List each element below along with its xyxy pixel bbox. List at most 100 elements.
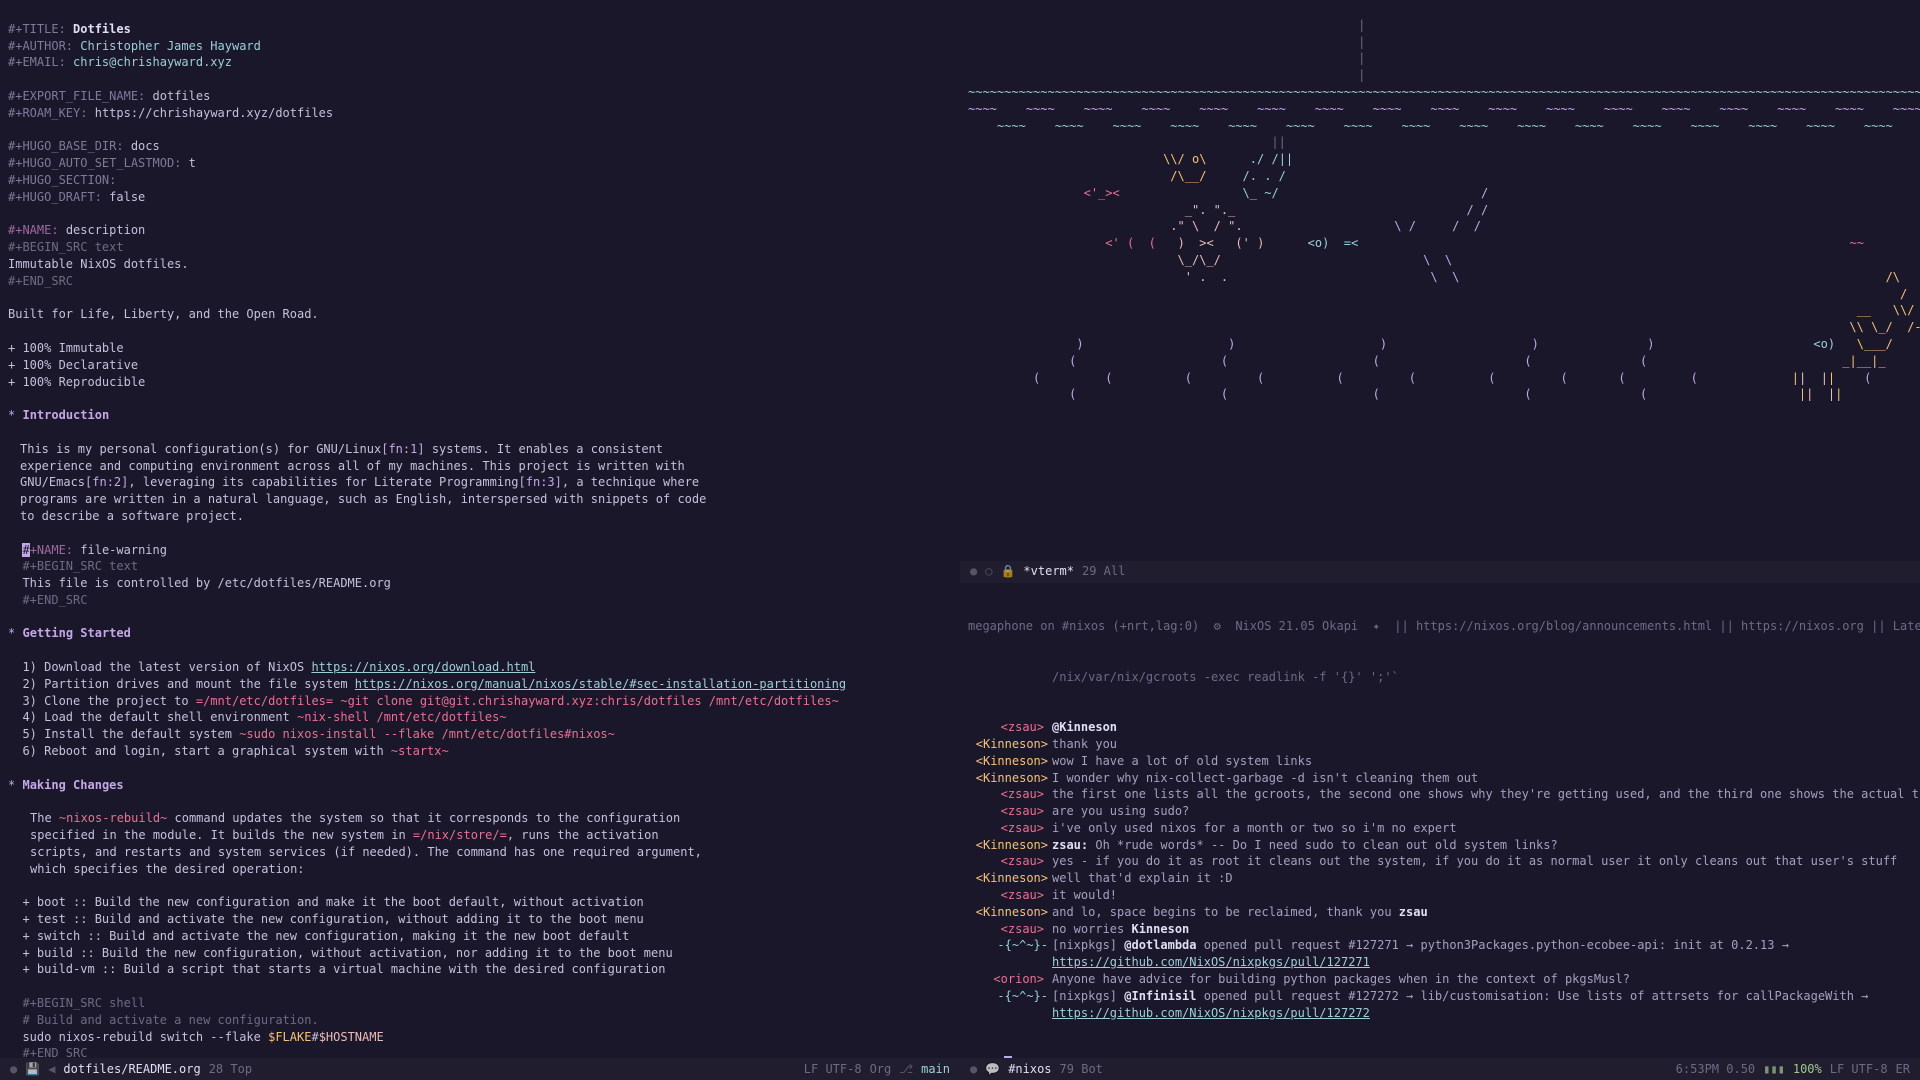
- org-keyword: #+TITLE:: [8, 22, 66, 36]
- erc-nick[interactable]: -{~^~}-: [968, 937, 1048, 954]
- heading-getting-started[interactable]: Getting Started: [22, 626, 130, 640]
- org-end-src: #+END_SRC: [22, 1046, 87, 1058]
- list-item: 6) Reboot and login, start a graphical s…: [22, 744, 448, 758]
- erc-mention[interactable]: @Infinisil: [1124, 989, 1196, 1003]
- src-block-body: Immutable NixOS dotfiles.: [8, 257, 189, 271]
- major-mode-label[interactable]: Org: [870, 1061, 892, 1078]
- erc-message-line: <zsau>are you using sudo?: [968, 803, 1920, 820]
- src-command: sudo nixos-rebuild switch --flake $FLAKE…: [22, 1030, 383, 1044]
- src-comment: # Build and activate a new configuration…: [22, 1013, 318, 1027]
- battery-percent: 100%: [1793, 1061, 1822, 1078]
- erc-nick[interactable]: <zsau>: [968, 820, 1048, 837]
- buffer-name[interactable]: dotfiles/README.org: [63, 1061, 200, 1078]
- save-icon: 💾: [25, 1061, 40, 1078]
- erc-nick[interactable]: <Kinneson>: [968, 770, 1048, 787]
- erc-message-text: [nixpkgs] @dotlambda opened pull request…: [1048, 937, 1920, 954]
- erc-modeline: ● 💬 #nixos 79 Bot 6:53PM 0.50 ▮▮▮ 100% L…: [960, 1058, 1920, 1080]
- org-keyword: #+HUGO_SECTION:: [8, 173, 116, 187]
- erc-nick[interactable]: <zsau>: [968, 803, 1048, 820]
- erc-nick[interactable]: <Kinneson>: [968, 904, 1048, 921]
- encoding-label: LF UTF-8: [1830, 1061, 1888, 1078]
- org-value: t: [189, 156, 196, 170]
- org-name-keyword: #+NAME:: [8, 223, 59, 237]
- lock-icon: 🔒: [1000, 563, 1015, 580]
- erc-mention[interactable]: zsau: [1399, 905, 1428, 919]
- org-editor-pane[interactable]: #+TITLE: Dotfiles #+AUTHOR: Christopher …: [0, 0, 960, 1058]
- buffer-name[interactable]: #nixos: [1008, 1061, 1051, 1078]
- circle-icon: ●: [10, 1061, 17, 1078]
- erc-nick[interactable]: <Kinneson>: [968, 753, 1048, 770]
- heading-introduction[interactable]: Introduction: [22, 408, 109, 422]
- list-item: + switch :: Build and activate the new c…: [22, 929, 629, 943]
- erc-nick[interactable]: <orion>: [968, 971, 1048, 988]
- download-link[interactable]: https://nixos.org/download.html: [311, 660, 535, 674]
- org-keyword: #+AUTHOR:: [8, 39, 73, 53]
- erc-message-line: <Kinneson>zsau: Oh *rude words* -- Do I …: [968, 837, 1920, 854]
- erc-topic-line2: /nix/var/nix/gcroots -exec readlink -f '…: [1048, 669, 1920, 686]
- state-icon: ○: [985, 563, 992, 580]
- partition-link[interactable]: https://nixos.org/manual/nixos/stable/#s…: [355, 677, 846, 691]
- erc-prompt: ERC>: [968, 1055, 997, 1058]
- erc-nick[interactable]: <zsau>: [968, 786, 1048, 803]
- heading-making-changes[interactable]: Making Changes: [22, 778, 123, 792]
- footnote-ref[interactable]: [fn:3]: [519, 475, 562, 489]
- list-item: + build :: Build the new configuration, …: [22, 946, 672, 960]
- erc-nick[interactable]: <zsau>: [968, 853, 1048, 870]
- erc-nick[interactable]: <Kinneson>: [968, 870, 1048, 887]
- list-item: 5) Install the default system ~sudo nixo…: [22, 727, 614, 741]
- erc-message-line: https://github.com/NixOS/nixpkgs/pull/12…: [968, 1005, 1920, 1022]
- vterm-modeline: ● ○ 🔒 *vterm* 29 All LF UTF-8 VTerm: [960, 561, 1920, 583]
- list-item: + 100% Immutable: [8, 341, 124, 355]
- erc-link[interactable]: https://github.com/NixOS/nixpkgs/pull/12…: [1052, 955, 1370, 969]
- org-value: dotfiles: [153, 89, 211, 103]
- org-value: https://chrishayward.xyz/dotfiles: [95, 106, 333, 120]
- src-block-body: This file is controlled by /etc/dotfiles…: [22, 576, 390, 590]
- org-begin-src: #+BEGIN_SRC shell: [22, 996, 145, 1010]
- vterm-terminal-pane[interactable]: | | | | ~~~~~~~~~~~~~~~~~~~~~~~~~~~~~~: [960, 0, 1920, 561]
- org-keyword: #+HUGO_BASE_DIR:: [8, 139, 124, 153]
- erc-nick[interactable]: <Kinneson>: [968, 837, 1048, 854]
- erc-message-line: <Kinneson>thank you: [968, 736, 1920, 753]
- erc-message-text: Anyone have advice for building python p…: [1048, 971, 1920, 988]
- erc-mention[interactable]: @Kinneson: [1052, 720, 1117, 734]
- list-item: + 100% Reproducible: [8, 375, 145, 389]
- erc-nick[interactable]: <zsau>: [968, 719, 1048, 736]
- footnote-ref[interactable]: [fn:2]: [85, 475, 128, 489]
- circle-icon: ●: [970, 563, 977, 580]
- org-paragraph: The ~nixos-rebuild~ command updates the …: [8, 810, 718, 877]
- org-paragraph: Built for Life, Liberty, and the Open Ro…: [8, 307, 319, 321]
- erc-message-line: <zsau>the first one lists all the gcroot…: [968, 786, 1920, 803]
- erc-input-cursor[interactable]: [1004, 1056, 1012, 1058]
- org-begin-src: #+BEGIN_SRC text: [8, 240, 124, 254]
- heading-star-icon: *: [8, 778, 15, 792]
- org-keyword: #+EXPORT_FILE_NAME:: [8, 89, 145, 103]
- erc-nick[interactable]: -{~^~}-: [968, 988, 1048, 1005]
- erc-message-text: it would!: [1048, 887, 1920, 904]
- list-item: 4) Load the default shell environment ~n…: [22, 710, 506, 724]
- erc-mention[interactable]: @dotlambda: [1124, 938, 1196, 952]
- erc-nick[interactable]: <zsau>: [968, 921, 1048, 938]
- heading-star-icon: *: [8, 408, 15, 422]
- cursor: #: [22, 543, 29, 557]
- erc-nick[interactable]: <zsau>: [968, 887, 1048, 904]
- erc-nick[interactable]: <Kinneson>: [968, 736, 1048, 753]
- erc-link[interactable]: https://github.com/NixOS/nixpkgs/pull/12…: [1052, 1006, 1370, 1020]
- buffer-name[interactable]: *vterm*: [1023, 563, 1074, 580]
- erc-message-text: the first one lists all the gcroots, the…: [1048, 786, 1920, 803]
- org-keyword: #+HUGO_DRAFT:: [8, 190, 102, 204]
- org-block-name: file-warning: [80, 543, 167, 557]
- erc-message-text: [nixpkgs] @Infinisil opened pull request…: [1048, 988, 1920, 1005]
- footnote-ref[interactable]: [fn:1]: [381, 442, 424, 456]
- right-column: | | | | ~~~~~~~~~~~~~~~~~~~~~~~~~~~~~~: [960, 0, 1920, 1058]
- org-keyword: #+EMAIL:: [8, 55, 66, 69]
- erc-mention[interactable]: Kinneson: [1131, 922, 1189, 936]
- erc-mention[interactable]: zsau:: [1052, 838, 1088, 852]
- major-mode-label[interactable]: ER: [1896, 1061, 1910, 1078]
- erc-chat-pane[interactable]: megaphone on #nixos (+nrt,lag:0) ⚙ NixOS…: [960, 583, 1920, 1058]
- erc-message-line: <orion>Anyone have advice for building p…: [968, 971, 1920, 988]
- erc-message-text: are you using sudo?: [1048, 803, 1920, 820]
- git-branch-name[interactable]: main: [921, 1061, 950, 1078]
- back-icon[interactable]: ◀: [48, 1061, 55, 1078]
- circle-icon: ●: [970, 1061, 977, 1078]
- erc-message-line: https://github.com/NixOS/nixpkgs/pull/12…: [968, 954, 1920, 971]
